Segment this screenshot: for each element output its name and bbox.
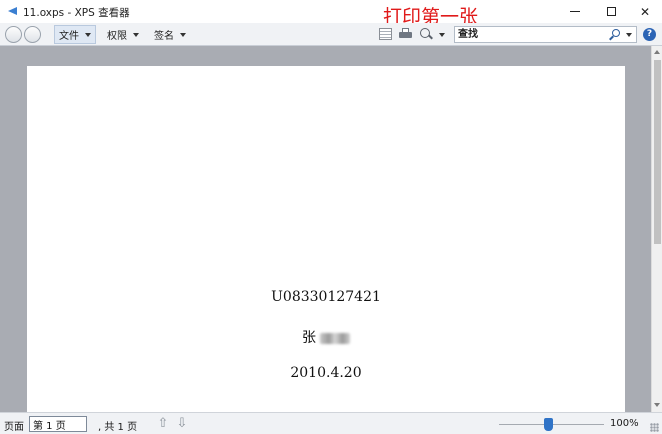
menu-file[interactable]: 文件: [54, 25, 96, 44]
minimize-button[interactable]: [558, 0, 592, 23]
zoom-dropdown-icon[interactable]: [439, 33, 445, 37]
zoom-slider-thumb[interactable]: [543, 418, 553, 431]
search-input[interactable]: [458, 28, 598, 41]
menu-permissions[interactable]: 权限: [103, 25, 143, 44]
blurred-name: [320, 332, 350, 344]
chevron-down-icon: [180, 32, 186, 37]
help-icon[interactable]: ?: [643, 28, 656, 41]
scroll-thumb[interactable]: [654, 60, 661, 244]
status-bar: 页面 , 共 1 页 ⇧ ⇩ 100%: [0, 412, 662, 434]
print-icon[interactable]: [399, 28, 412, 40]
zoom-icon[interactable]: [420, 28, 433, 40]
document-name-line: 张: [27, 327, 625, 347]
document-name: 张: [302, 330, 316, 346]
document-code: U08330127421: [271, 289, 381, 305]
minimize-icon: [570, 11, 580, 12]
page-total: , 共 1 页: [98, 422, 138, 433]
scroll-up-icon[interactable]: [654, 50, 660, 54]
xps-document-icon: [8, 7, 17, 15]
menu-permissions-label: 权限: [107, 31, 127, 42]
outline-view-icon[interactable]: [379, 28, 392, 40]
maximize-icon: [606, 7, 616, 16]
menu-file-label: 文件: [59, 31, 79, 42]
window-title: 11.oxps - XPS 查看器: [23, 7, 130, 19]
document-page: U08330127421 张 2010.4.20: [27, 66, 625, 412]
page-label: 页面: [4, 422, 24, 433]
previous-page-button[interactable]: ⇧: [157, 417, 169, 430]
document-viewport[interactable]: U08330127421 张 2010.4.20: [0, 46, 651, 412]
resize-grip-icon[interactable]: [650, 423, 659, 432]
document-date: 2010.4.20: [290, 365, 362, 381]
zoom-percent: 100%: [610, 418, 639, 429]
arrow-up-icon: ⇧: [157, 416, 169, 431]
page-number-field[interactable]: [29, 416, 87, 432]
search-icon[interactable]: [609, 29, 621, 41]
page-number-input[interactable]: [33, 418, 83, 430]
toolbar: 文件 权限 签名 ?: [0, 23, 662, 46]
scroll-down-icon[interactable]: [654, 403, 660, 407]
search-options-icon[interactable]: [626, 33, 632, 37]
close-button[interactable]: ✕: [628, 0, 662, 23]
arrow-down-icon: ⇩: [176, 416, 188, 431]
menu-signatures-label: 签名: [154, 31, 174, 42]
forward-button[interactable]: [24, 26, 41, 43]
next-page-button[interactable]: ⇩: [176, 417, 188, 430]
chevron-down-icon: [85, 32, 91, 37]
maximize-button[interactable]: [594, 0, 628, 23]
vertical-scrollbar[interactable]: [651, 46, 662, 412]
chevron-down-icon: [133, 32, 139, 37]
close-icon: ✕: [639, 4, 651, 19]
menu-signatures[interactable]: 签名: [150, 25, 190, 44]
back-button[interactable]: [5, 26, 22, 43]
search-box[interactable]: [454, 26, 637, 43]
title-bar: 11.oxps - XPS 查看器 打印第一张 ✕: [0, 0, 662, 28]
